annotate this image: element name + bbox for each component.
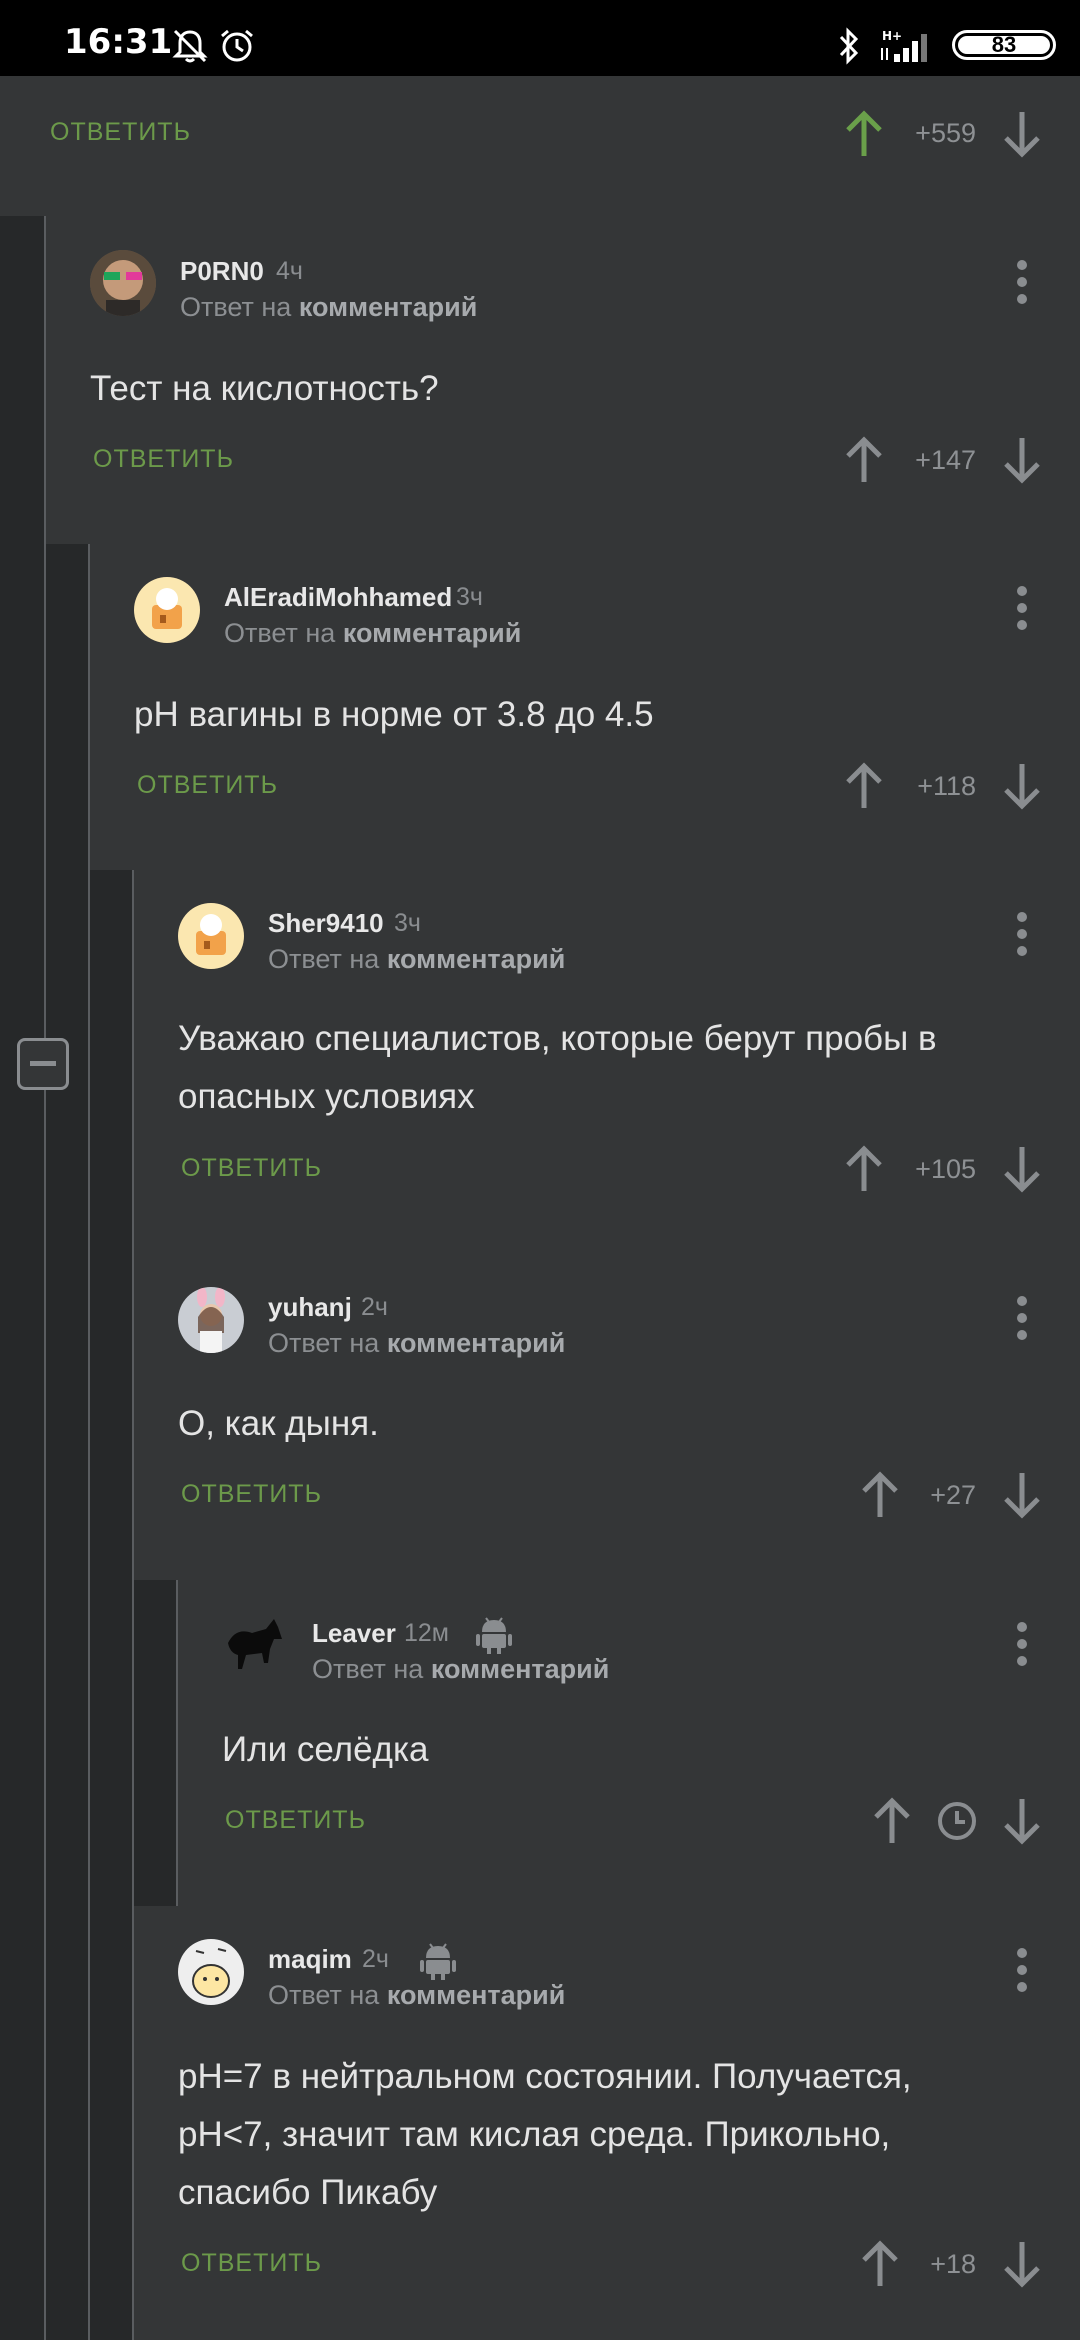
avatar[interactable] (178, 1287, 244, 1353)
comment-text: Уважаю специалистов, которые берут пробы… (178, 1019, 937, 1116)
more-options-icon[interactable] (1002, 906, 1042, 962)
author-name[interactable]: Leaver (312, 1618, 396, 1649)
reply-button[interactable]: ОТВЕТИТЬ (137, 771, 278, 800)
thread-bar-level-1 (0, 216, 44, 2340)
notifications-off-icon (172, 29, 208, 63)
author-name[interactable]: P0RN0 (180, 256, 264, 287)
upvote-icon[interactable] (858, 2238, 902, 2290)
thread-bar-level-2 (46, 544, 88, 2340)
thread-line-level-4 (176, 1580, 178, 1906)
comment-text: pH вагины в норме от 3.8 до 4.5 (134, 695, 654, 734)
downvote-icon[interactable] (1000, 1143, 1044, 1195)
comment-time: 2ч (361, 1293, 388, 1321)
reply-to-label: Ответ на комментарий (224, 618, 522, 648)
more-options-icon[interactable] (1002, 1616, 1042, 1672)
reply-to-link[interactable]: комментарий (431, 1654, 610, 1684)
reply-to-label: Ответ на комментарий (268, 944, 566, 974)
reply-to-link[interactable]: комментарий (387, 944, 566, 974)
author-name[interactable]: AlEradiMohhamed (224, 582, 452, 613)
thread-bar-level-4 (134, 1580, 176, 1906)
comment-time: 3ч (394, 909, 421, 937)
more-options-icon[interactable] (1002, 1942, 1042, 1998)
downvote-icon[interactable] (1000, 434, 1044, 486)
thread-bar-level-3 (90, 870, 132, 2340)
upvote-icon[interactable] (870, 1795, 914, 1847)
downvote-icon[interactable] (1000, 108, 1044, 160)
comment-text: Или селёдка (222, 1730, 429, 1769)
comment-time: 3ч (456, 583, 483, 611)
status-time: 16:31 (64, 22, 173, 62)
reply-button[interactable]: ОТВЕТИТЬ (93, 445, 234, 474)
collapse-thread-button[interactable] (17, 1038, 69, 1090)
clock-icon (938, 1802, 976, 1840)
downvote-icon[interactable] (1000, 760, 1044, 812)
avatar[interactable] (178, 1939, 244, 2005)
comment-score: +27 (930, 1480, 976, 1510)
author-name[interactable]: Sher9410 (268, 908, 384, 939)
upvote-icon[interactable] (858, 1469, 902, 1521)
author-name[interactable]: yuhanj (268, 1292, 352, 1323)
comment-time: 4ч (276, 257, 303, 285)
signal-icon: H+ (881, 29, 927, 62)
status-bar: 16:31 H+ 83 (0, 0, 1080, 76)
comment-text: О, как дыня. (178, 1404, 379, 1443)
downvote-icon[interactable] (1000, 1469, 1044, 1521)
android-icon (476, 1617, 512, 1654)
android-icon (420, 1943, 456, 1980)
reply-button[interactable]: ОТВЕТИТЬ (181, 2249, 322, 2278)
reply-to-label: Ответ на комментарий (268, 1980, 566, 2010)
reply-button[interactable]: ОТВЕТИТЬ (181, 1480, 322, 1509)
reply-to-link[interactable]: комментарий (343, 618, 522, 648)
reply-button[interactable]: ОТВЕТИТЬ (181, 1154, 322, 1183)
top-reply-button[interactable]: ОТВЕТИТЬ (50, 118, 191, 147)
reply-to-label: Ответ на комментарий (312, 1654, 610, 1684)
comment-score: +147 (915, 445, 976, 475)
comment-score: +18 (930, 2249, 976, 2279)
author-name[interactable]: maqim (268, 1944, 352, 1975)
reply-to-link[interactable]: комментарий (387, 1328, 566, 1358)
comment-time: 2ч (362, 1945, 389, 1973)
reply-to-link[interactable]: комментарий (299, 292, 478, 322)
svg-text:H+: H+ (882, 29, 902, 43)
avatar[interactable] (134, 577, 200, 643)
downvote-icon[interactable] (1000, 2238, 1044, 2290)
avatar[interactable] (178, 903, 244, 969)
avatar[interactable] (222, 1613, 288, 1679)
downvote-icon[interactable] (1000, 1795, 1044, 1847)
more-options-icon[interactable] (1002, 580, 1042, 636)
more-options-icon[interactable] (1002, 254, 1042, 310)
reply-to-label: Ответ на комментарий (180, 292, 478, 322)
top-score: +559 (915, 118, 976, 148)
bluetooth-icon (839, 27, 859, 65)
avatar[interactable] (90, 250, 156, 316)
reply-to-label: Ответ на комментарий (268, 1328, 566, 1358)
comment-text: pH=7 в нейтральном состоянии. Получается… (178, 2057, 912, 2212)
battery-indicator: 83 (952, 30, 1056, 60)
comment-time: 12м (404, 1619, 449, 1647)
reply-button[interactable]: ОТВЕТИТЬ (225, 1806, 366, 1835)
more-options-icon[interactable] (1002, 1290, 1042, 1346)
comment-text: Тест на кислотность? (90, 369, 439, 408)
comment-score: +105 (915, 1154, 976, 1184)
alarm-icon (221, 29, 253, 62)
comment-score: +118 (917, 771, 976, 801)
reply-to-link[interactable]: комментарий (387, 1980, 566, 2010)
